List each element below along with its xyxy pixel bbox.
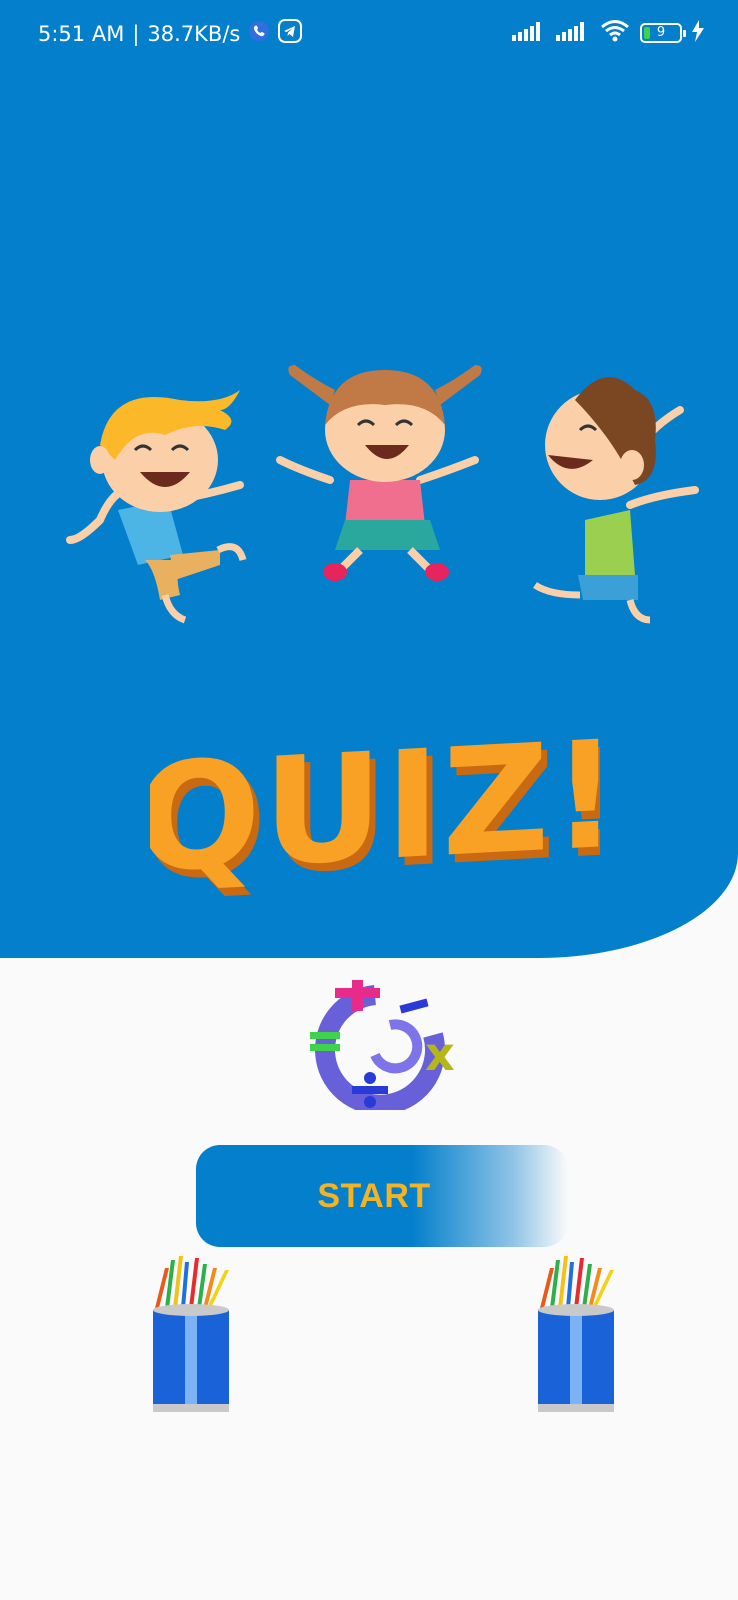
- kid-middle: [276, 365, 482, 581]
- pencil-cup-icon: [153, 1256, 229, 1412]
- status-bar: 5:51 AM | 38.7KB/s 9: [0, 0, 738, 66]
- network-speed: 38.7KB/s: [147, 21, 241, 46]
- status-right: 9: [512, 19, 704, 47]
- signal-icon: [556, 21, 590, 45]
- telegram-icon: [278, 19, 303, 48]
- pencil-cup-icon: [538, 1256, 614, 1412]
- kid-left: [66, 390, 247, 624]
- math-operators-logo: x: [310, 980, 455, 1110]
- charging-icon: [692, 20, 704, 46]
- quiz-title: QUIZ! QUIZ!: [150, 720, 600, 914]
- wifi-icon: [600, 19, 630, 47]
- battery-icon: 9: [640, 23, 686, 43]
- start-button-label: START: [317, 1176, 431, 1215]
- start-button[interactable]: START: [196, 1145, 568, 1247]
- status-separator: |: [132, 21, 140, 46]
- signal-icon: [512, 21, 546, 45]
- jumping-kids-illustration: [66, 365, 699, 624]
- kid-right: [533, 377, 699, 624]
- quiz-title-text: QUIZ!: [150, 720, 600, 906]
- phone-call-icon: [248, 20, 270, 47]
- status-time: 5:51 AM: [38, 21, 125, 46]
- battery-level: 9: [656, 25, 666, 40]
- svg-text:x: x: [425, 1027, 455, 1081]
- status-left: 5:51 AM | 38.7KB/s: [38, 19, 303, 48]
